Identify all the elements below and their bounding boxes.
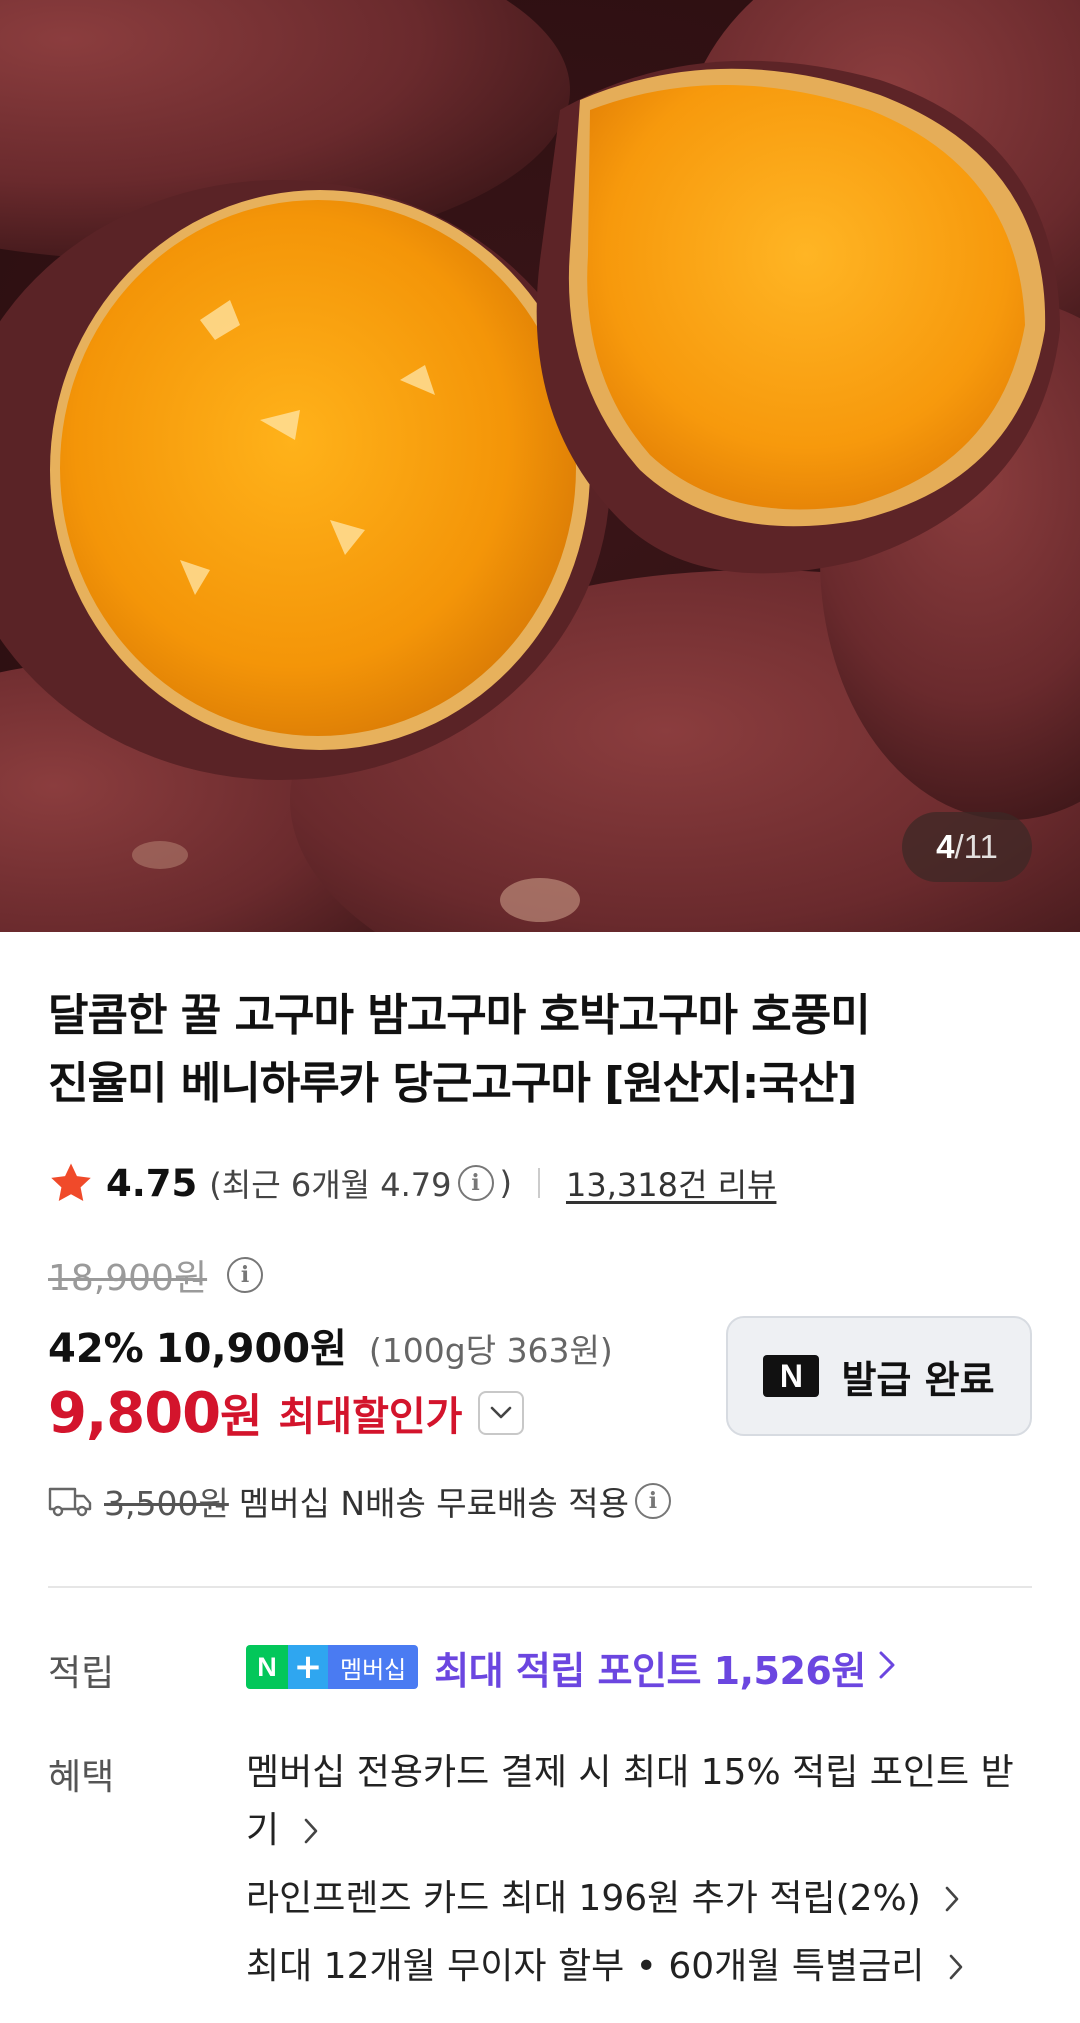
sweet-potato-photo — [0, 0, 1080, 932]
chevron-right-icon — [948, 1938, 964, 1996]
shipping-original-fee: 3,500원 — [104, 1484, 229, 1523]
review-count-link[interactable]: 13,318건 리뷰 — [566, 1160, 776, 1206]
section-divider — [48, 1586, 1032, 1588]
original-price-row: 18,900원 i — [48, 1250, 269, 1300]
badge-n: N — [246, 1645, 288, 1689]
discount-rate: 42% — [48, 1326, 144, 1372]
chevron-right-icon — [878, 1650, 896, 1684]
image-counter-separator: / — [954, 828, 964, 865]
best-price-label: 최대할인가 — [278, 1394, 463, 1440]
image-counter: 4 / 11 — [902, 812, 1032, 882]
best-price-row: 9,800 원 최대할인가 — [48, 1378, 525, 1448]
benefit-item-text: 멤버십 전용카드 결제 시 최대 15% 적립 포인트 받기 — [246, 1752, 1014, 1851]
benefit-item-card-points[interactable]: 멤버십 전용카드 결제 시 최대 15% 적립 포인트 받기 — [246, 1744, 1036, 1860]
points-row[interactable]: N + 멤버십 최대 적립 포인트 1,526원 — [246, 1640, 896, 1694]
product-title-line2: 진율미 베니하루카 당근고구마 [원산지:국산] — [48, 1058, 857, 1109]
image-counter-total: 11 — [963, 828, 998, 865]
expand-price-button[interactable] — [478, 1391, 525, 1435]
benefit-item-text: 최대 12개월 무이자 할부 • 60개월 특별금리 — [246, 1946, 925, 1987]
benefit-item-line-friends-card[interactable]: 라인프렌즈 카드 최대 196원 추가 적립(2%) — [246, 1870, 1036, 1928]
best-price: 9,800 — [48, 1380, 221, 1446]
badge-plus: + — [288, 1645, 328, 1689]
star-icon — [51, 1163, 91, 1202]
naver-n-logo: N — [763, 1355, 820, 1397]
rating-recent-close: ) — [499, 1164, 512, 1202]
product-image[interactable]: 4 / 11 — [0, 0, 1080, 932]
info-icon[interactable]: i — [227, 1257, 264, 1293]
benefits-list: 멤버십 전용카드 결제 시 최대 15% 적립 포인트 받기 라인프렌즈 카드 … — [246, 1744, 1036, 1996]
image-counter-current: 4 — [936, 828, 955, 865]
sale-price-row: 42% 10,900원 (100g당 363원) — [48, 1316, 613, 1372]
rating-score: 4.75 — [106, 1161, 198, 1205]
rating-row: 4.75 (최근 6개월 4.79 i ) 13,318건 리뷰 — [48, 1158, 776, 1208]
divider — [537, 1168, 540, 1198]
info-icon[interactable]: i — [634, 1483, 671, 1519]
chevron-right-icon — [303, 1802, 319, 1860]
badge-membership: 멤버십 — [328, 1645, 419, 1689]
naver-plus-membership-badge: N + 멤버십 — [246, 1645, 419, 1689]
original-price: 18,900원 — [48, 1258, 208, 1299]
benefits-label: 혜택 — [48, 1757, 115, 1798]
product-title: 달콤한 꿀 고구마 밤고구마 호박고구마 호풍미 진율미 베니하루카 당근고구마… — [48, 982, 1008, 1118]
rating-recent-text: (최근 6개월 4.79 — [209, 1166, 452, 1204]
benefit-item-installment[interactable]: 최대 12개월 무이자 할부 • 60개월 특별금리 — [246, 1938, 1036, 1996]
product-title-line1: 달콤한 꿀 고구마 밤고구마 호박고구마 호풍미 — [48, 990, 871, 1041]
info-icon[interactable]: i — [457, 1165, 494, 1201]
max-points-text: 최대 적립 포인트 1,526원 — [434, 1648, 866, 1693]
coupon-label: 발급 완료 — [841, 1357, 995, 1402]
chevron-right-icon — [944, 1870, 960, 1928]
benefit-item-text: 라인프렌즈 카드 최대 196원 추가 적립(2%) — [246, 1878, 921, 1919]
truck-icon — [48, 1487, 92, 1517]
coupon-button[interactable]: N 발급 완료 — [726, 1316, 1032, 1436]
best-price-unit: 원 — [220, 1389, 263, 1443]
chevron-down-icon — [491, 1406, 512, 1419]
shipping-row: 3,500원 멤버십 N배송 무료배송 적용 i — [48, 1476, 677, 1526]
unit-price: (100g당 363원) — [368, 1331, 613, 1370]
points-label: 적립 — [48, 1653, 115, 1694]
rating-recent: (최근 6개월 4.79 i ) — [209, 1160, 512, 1206]
sale-price: 10,900원 — [155, 1326, 347, 1372]
shipping-text: 멤버십 N배송 무료배송 적용 — [238, 1484, 629, 1523]
